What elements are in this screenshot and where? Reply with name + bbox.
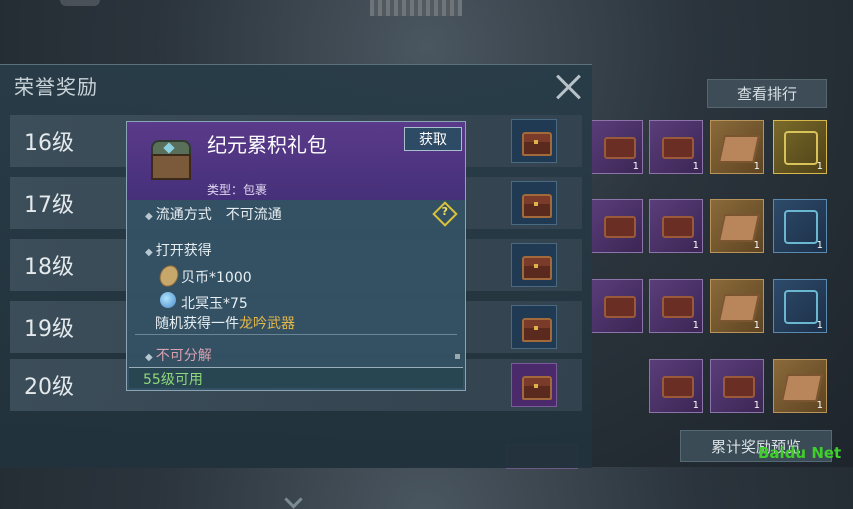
chest-icon bbox=[522, 256, 552, 280]
shell-coin-icon bbox=[156, 262, 182, 290]
close-icon[interactable] bbox=[554, 73, 582, 101]
level-label: 20级 bbox=[24, 375, 74, 400]
chest-icon bbox=[662, 137, 694, 159]
book-icon bbox=[718, 135, 760, 163]
panel-title: 荣誉奖励 bbox=[14, 75, 98, 99]
frame-icon bbox=[784, 131, 818, 165]
reward-chest-slot[interactable] bbox=[511, 181, 557, 225]
reward-slot[interactable]: 1 bbox=[773, 279, 827, 333]
reward-chest-slot[interactable] bbox=[511, 119, 557, 163]
circulation-line: ◆ 流通方式 不可流通 bbox=[145, 207, 282, 223]
reward-item-jade: 北冥玉*75 bbox=[181, 296, 248, 312]
reward-slot[interactable]: 1 bbox=[591, 120, 643, 174]
jade-icon bbox=[160, 292, 176, 308]
divider bbox=[135, 334, 457, 335]
chest-icon bbox=[662, 376, 694, 398]
reward-slot[interactable]: 1 bbox=[649, 279, 703, 333]
book-icon bbox=[718, 214, 760, 242]
background-decoration bbox=[60, 0, 100, 6]
reward-slot[interactable] bbox=[591, 199, 643, 253]
chest-icon bbox=[522, 132, 552, 156]
bullet-icon: ◆ bbox=[145, 247, 153, 258]
reward-slot[interactable] bbox=[591, 279, 643, 333]
random-reward-line: 随机获得一件龙吟武器 bbox=[155, 316, 295, 332]
level-label: 19级 bbox=[24, 317, 74, 342]
chest-icon bbox=[662, 296, 694, 318]
reward-slot[interactable]: 1 bbox=[710, 359, 764, 413]
level-requirement: 55级可用 bbox=[143, 372, 203, 388]
reward-item-coin: 贝币*1000 bbox=[181, 270, 252, 286]
open-obtain-title: ◆ 打开获得 bbox=[145, 243, 212, 259]
level-label: 17级 bbox=[24, 193, 74, 218]
view-ranking-button[interactable]: 查看排行 bbox=[707, 79, 827, 108]
no-split-text: ◆ 不可分解 bbox=[145, 348, 212, 364]
chest-icon bbox=[522, 376, 552, 400]
frame-icon bbox=[784, 210, 818, 244]
watermark: Baidu Net bbox=[758, 444, 842, 462]
help-icon[interactable]: ? bbox=[432, 201, 458, 227]
item-name: 纪元累积礼包 bbox=[207, 133, 327, 157]
scroll-indicator[interactable] bbox=[455, 354, 460, 359]
reward-slot[interactable]: 1 bbox=[710, 120, 764, 174]
chest-icon bbox=[662, 216, 694, 238]
reward-slot[interactable]: 1 bbox=[773, 359, 827, 413]
reward-slot[interactable]: 1 bbox=[710, 199, 764, 253]
frame-icon bbox=[784, 290, 818, 324]
chest-icon bbox=[522, 318, 552, 342]
gift-pack-icon bbox=[147, 134, 193, 184]
level-label: 18级 bbox=[24, 255, 74, 280]
reward-slot[interactable]: 1 bbox=[649, 359, 703, 413]
chest-icon bbox=[604, 296, 636, 318]
obtain-button[interactable]: 获取 bbox=[404, 127, 462, 151]
chest-icon bbox=[723, 376, 755, 398]
reward-slot[interactable]: 1 bbox=[710, 279, 764, 333]
reward-slot[interactable]: 1 bbox=[649, 199, 703, 253]
reward-chest-slot[interactable] bbox=[511, 305, 557, 349]
chest-icon bbox=[522, 194, 552, 218]
reward-slot[interactable]: 1 bbox=[649, 120, 703, 174]
weapon-name: 龙吟武器 bbox=[239, 316, 295, 332]
item-tooltip: 纪元累积礼包 获取 类型：包裹 ◆ 流通方式 不可流通 ? ◆ 打开获得 贝币*10… bbox=[126, 121, 466, 391]
level-requirement-bar: 55级可用 bbox=[129, 367, 463, 388]
book-icon bbox=[718, 294, 760, 322]
background-decoration bbox=[370, 0, 462, 16]
book-icon bbox=[781, 374, 823, 402]
bullet-icon: ◆ bbox=[145, 352, 153, 363]
bullet-icon: ◆ bbox=[145, 211, 153, 222]
item-type: 类型：包裹 bbox=[207, 183, 268, 197]
chest-icon bbox=[604, 216, 636, 238]
reward-slot[interactable]: 1 bbox=[773, 199, 827, 253]
reward-slot[interactable]: 1 bbox=[773, 120, 827, 174]
tooltip-header: 纪元累积礼包 获取 类型：包裹 bbox=[127, 122, 465, 200]
reward-chest-slot[interactable] bbox=[511, 243, 557, 287]
chevron-down-icon[interactable] bbox=[284, 490, 303, 509]
chest-icon bbox=[604, 137, 636, 159]
level-label: 16级 bbox=[24, 131, 74, 156]
reward-chest-slot[interactable] bbox=[511, 363, 557, 407]
